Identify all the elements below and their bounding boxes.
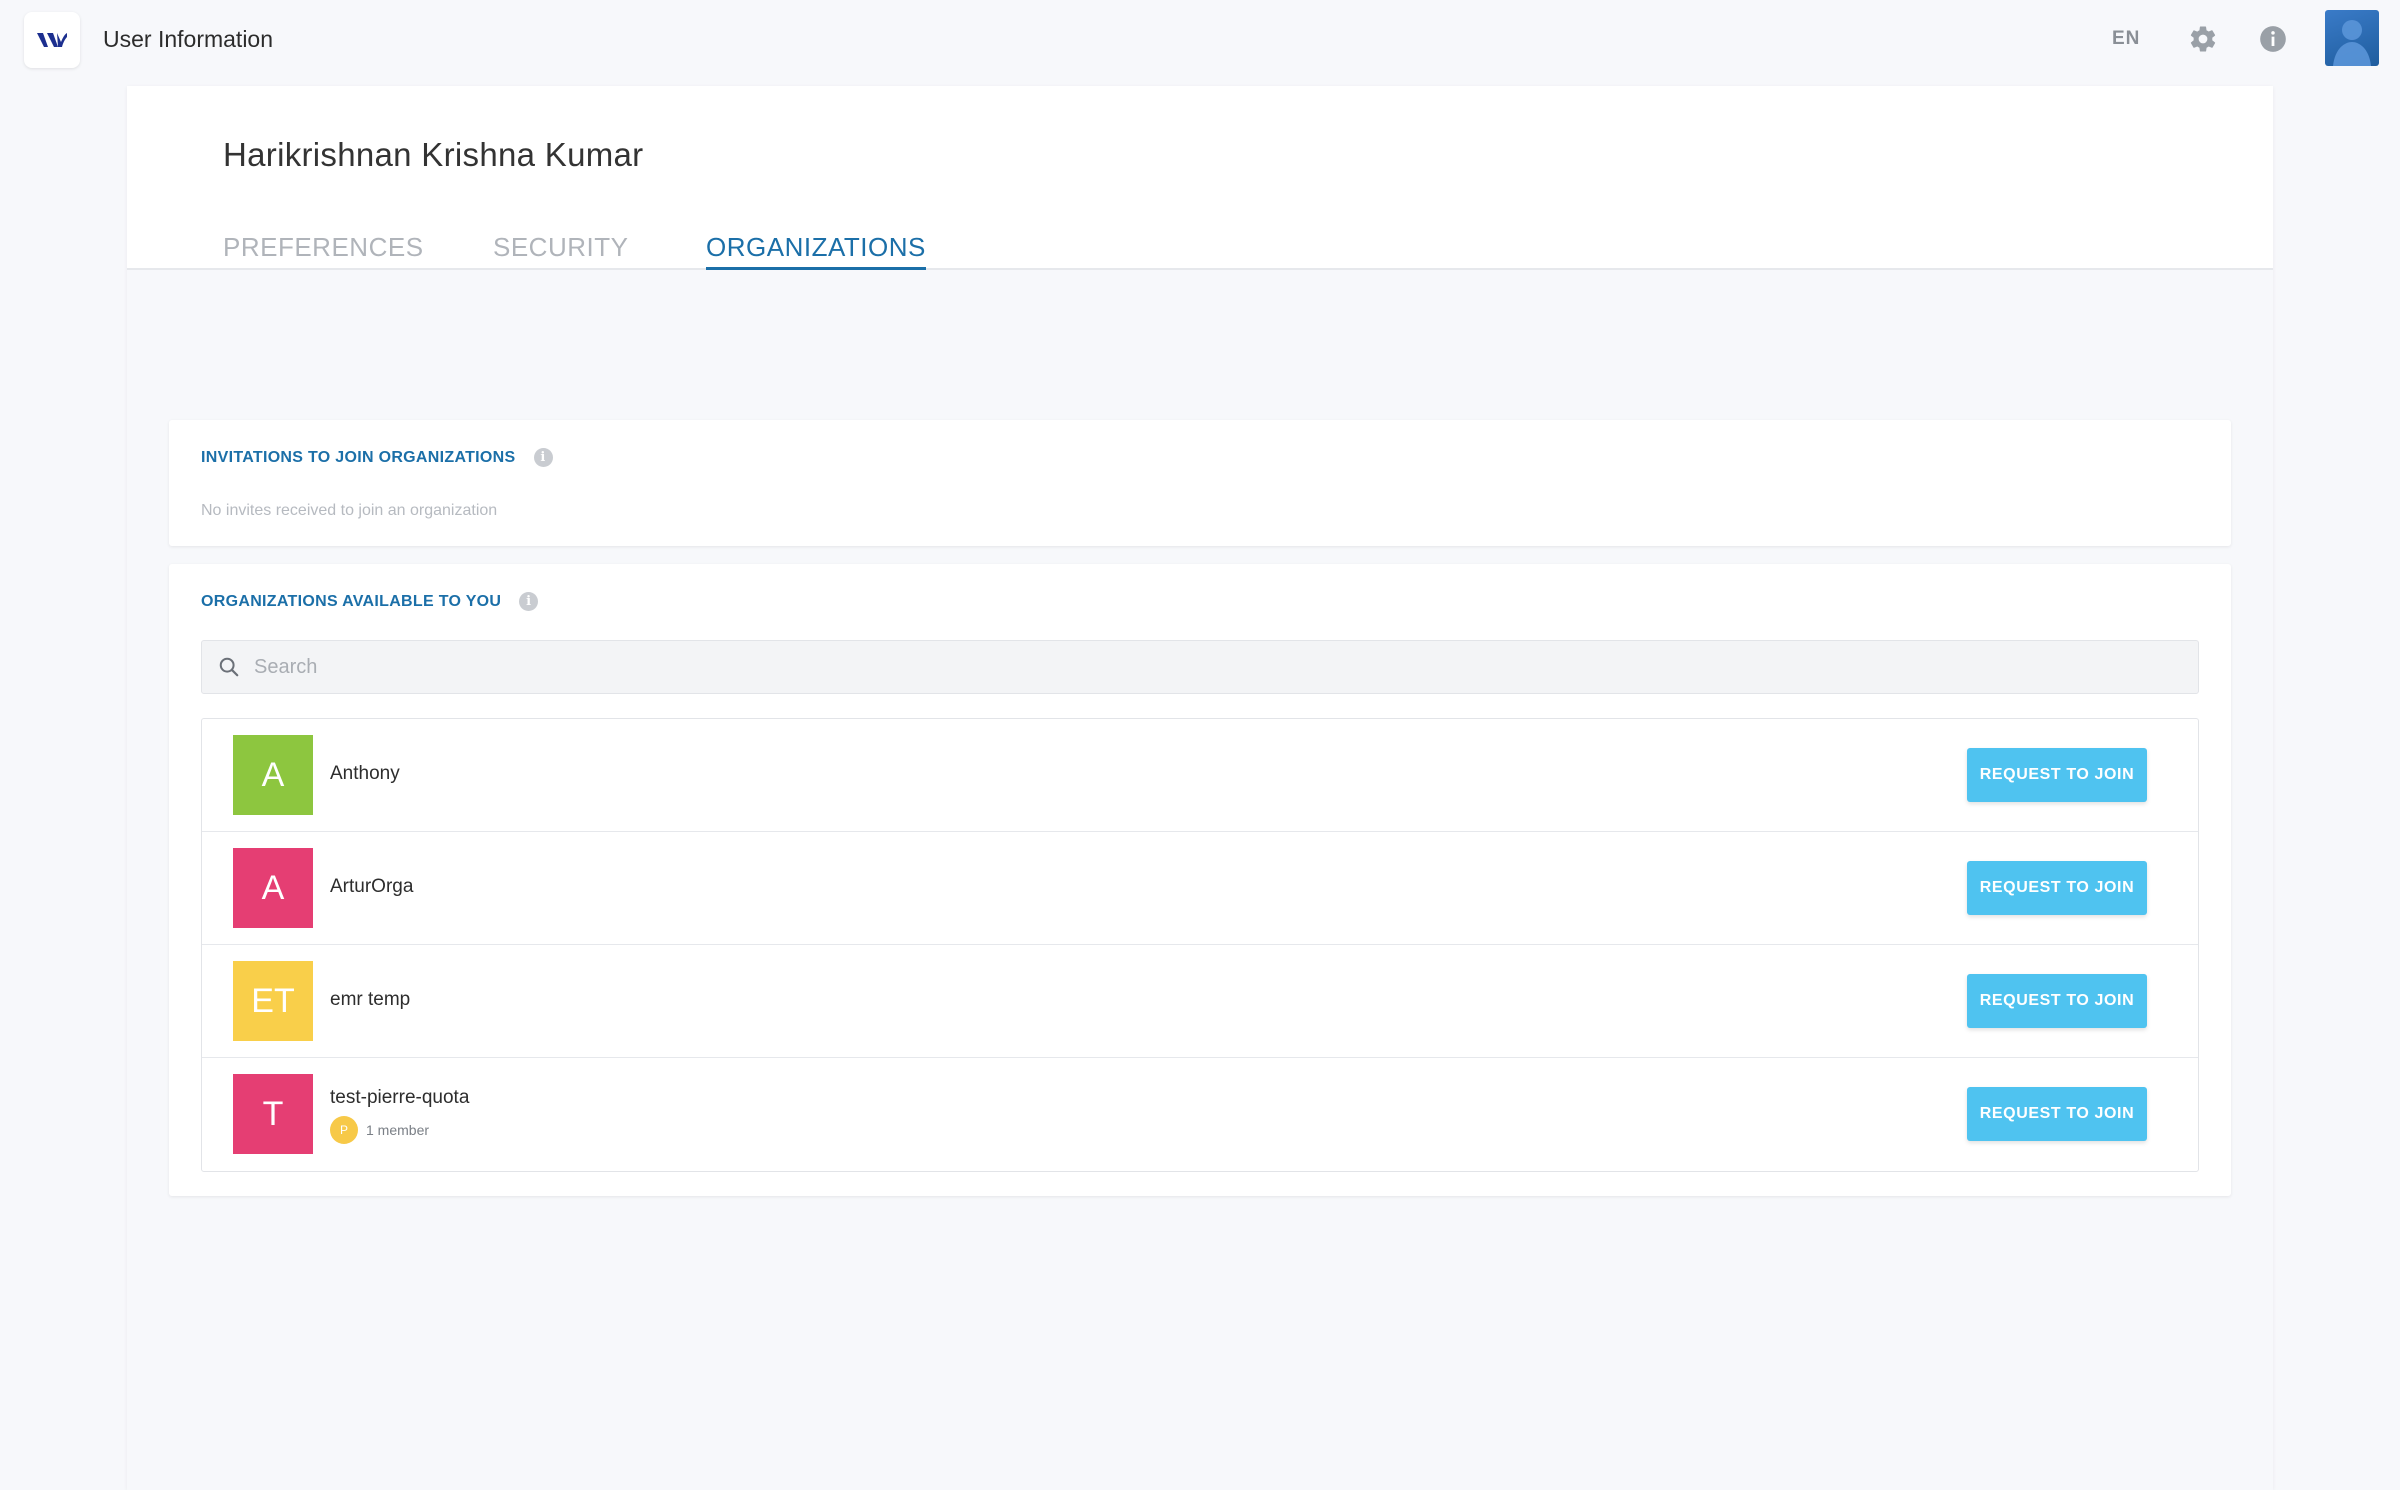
tab-preferences[interactable]: PREFERENCES [223, 232, 424, 267]
request-to-join-button[interactable]: REQUEST TO JOIN [1967, 1087, 2147, 1141]
gear-icon[interactable] [2186, 22, 2220, 56]
org-member-count: P 1 member [330, 1116, 429, 1144]
org-name: Anthony [330, 763, 400, 784]
request-to-join-button[interactable]: REQUEST TO JOIN [1967, 748, 2147, 802]
invitations-empty-text: No invites received to join an organizat… [201, 502, 498, 519]
app-logo-icon[interactable] [24, 12, 80, 68]
tab-security[interactable]: SECURITY [493, 232, 628, 267]
user-avatar[interactable] [2325, 10, 2379, 66]
top-bar: User Information EN [0, 0, 2400, 80]
content-area: INVITATIONS TO JOIN ORGANIZATIONS i No i… [127, 270, 2273, 1490]
request-to-join-button[interactable]: REQUEST TO JOIN [1967, 861, 2147, 915]
org-name: emr temp [330, 989, 411, 1010]
organizations-heading: ORGANIZATIONS AVAILABLE TO YOU i [201, 592, 539, 611]
search-icon [218, 656, 240, 678]
member-count-text: 1 member [366, 1122, 430, 1138]
info-icon[interactable]: i [533, 448, 553, 467]
list-item: A ArturOrga REQUEST TO JOIN [202, 832, 2198, 945]
invitations-panel: INVITATIONS TO JOIN ORGANIZATIONS i No i… [169, 420, 2231, 546]
member-avatar: P [330, 1116, 358, 1144]
organization-list: A Anthony REQUEST TO JOIN A ArturOrga RE… [201, 718, 2199, 1172]
org-avatar: ET [233, 961, 313, 1041]
org-name: test-pierre-quota [330, 1087, 470, 1108]
tab-organizations[interactable]: ORGANIZATIONS [706, 232, 926, 270]
list-item: ET emr temp REQUEST TO JOIN [202, 945, 2198, 1058]
request-to-join-button[interactable]: REQUEST TO JOIN [1967, 974, 2147, 1028]
list-item: A Anthony REQUEST TO JOIN [202, 719, 2198, 832]
app-title: User Information [103, 26, 274, 52]
language-selector[interactable]: EN [2112, 28, 2140, 50]
org-avatar: A [233, 735, 313, 815]
info-icon[interactable] [2256, 22, 2290, 56]
org-name: ArturOrga [330, 876, 414, 897]
user-info-card: Harikrishnan Krishna Kumar INVITATIONS T… [127, 86, 2273, 1490]
org-avatar: T [233, 1074, 313, 1154]
tab-bar: PREFERENCES SECURITY ORGANIZATIONS [127, 86, 2273, 270]
organizations-panel: ORGANIZATIONS AVAILABLE TO YOU i A Antho… [169, 564, 2231, 1196]
invitations-heading: INVITATIONS TO JOIN ORGANIZATIONS i [201, 448, 553, 467]
list-item: T test-pierre-quota P 1 member REQUEST T… [202, 1058, 2198, 1171]
info-icon[interactable]: i [519, 592, 539, 611]
search-box [201, 640, 2199, 694]
org-avatar: A [233, 848, 313, 928]
search-input[interactable] [254, 655, 2154, 679]
